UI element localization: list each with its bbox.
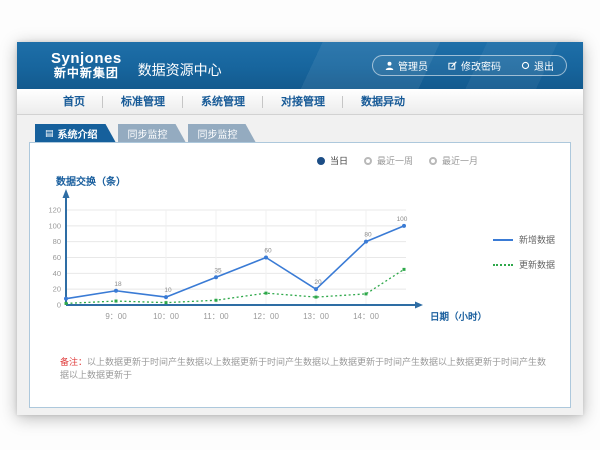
content-area: ▤系统介绍同步监控同步监控 当日最近一周最近一月 数据交换（条） 0204060… [17,115,583,415]
svg-text:60: 60 [53,253,61,262]
svg-text:20: 20 [314,279,322,286]
filter-last-week[interactable]: 最近一周 [364,154,413,167]
svg-text:9：00: 9：00 [105,312,127,321]
user-icon [385,61,394,70]
tab-bar: ▤ 系统介绍 同步监控 同步监控 [35,124,583,142]
nav-item-system-mgmt[interactable]: 系统管理 [183,89,263,115]
tab-label: 系统介绍 [58,126,98,141]
filter-last-month[interactable]: 最近一月 [429,154,478,167]
legend-line-sample [493,239,513,241]
tab-sync-monitor-2[interactable]: 同步监控 [188,124,256,142]
nav-item-home[interactable]: 首页 [45,89,103,115]
svg-text:60: 60 [264,248,272,255]
svg-text:日期（小时）: 日期（小时） [430,311,487,323]
tab-label: 同步监控 [128,126,168,141]
filter-label: 最近一周 [377,154,413,167]
svg-text:14：00: 14：00 [353,312,379,321]
app-header: Synjones 新中新集团 数据资源中心 管理员 修改密码 退出 [17,42,583,89]
svg-text:35: 35 [214,267,222,274]
svg-text:18: 18 [114,281,122,288]
change-password-button[interactable]: 修改密码 [448,58,501,73]
power-icon [521,61,530,70]
nav-item-interface-mgmt[interactable]: 对接管理 [263,89,343,115]
tab-label: 同步监控 [198,126,238,141]
radio-icon [429,157,437,165]
footnote: 备注：以上数据更新于时间产生数据以上数据更新于时间产生数据以上数据更新于时间产生… [60,356,554,381]
legend-new-data: 新增数据 [493,233,571,246]
footnote-text: 以上数据更新于时间产生数据以上数据更新于时间产生数据以上数据更新于时间产生数据以… [60,357,546,380]
svg-text:100: 100 [397,216,408,223]
logout-button[interactable]: 退出 [521,58,554,73]
nav-item-data-change[interactable]: 数据异动 [343,89,423,115]
admin-user-button[interactable]: 管理员 [385,58,428,73]
logo-text-cn: 新中新集团 [51,67,122,80]
svg-text:80: 80 [364,232,372,239]
legend-label: 更新数据 [519,258,555,271]
edit-icon [448,61,457,70]
tab-sync-monitor-1[interactable]: 同步监控 [118,124,186,142]
header-actions: 管理员 修改密码 退出 [372,55,567,76]
filter-label: 当日 [330,154,348,167]
legend-line-sample [493,264,513,266]
svg-text:120: 120 [48,206,61,215]
legend-label: 新增数据 [519,233,555,246]
nav-item-standard-mgmt[interactable]: 标准管理 [103,89,183,115]
filter-label: 最近一月 [442,154,478,167]
svg-text:80: 80 [53,237,61,246]
radio-icon [317,157,325,165]
system-intro-panel: 当日最近一周最近一月 数据交换（条） 0204060801001209：0010… [29,142,571,408]
logo-text-en: Synjones [51,51,122,67]
line-chart: 0 20 40 60 80 100 120 9：00 10：00 11：00 12：00 13：00 1… [38,185,493,337]
svg-text:13：00: 13：00 [303,312,329,321]
footnote-prefix: 备注： [60,357,87,367]
legend-updated-data: 更新数据 [493,258,571,271]
company-logo: Synjones 新中新集团 [51,51,122,79]
tab-system-intro[interactable]: ▤ 系统介绍 [35,124,116,142]
time-range-filters: 当日 最近一周 最近一月 [317,154,478,167]
svg-text:40: 40 [53,269,61,278]
svg-text:12：00: 12：00 [253,312,279,321]
svg-text:10: 10 [164,287,172,294]
svg-text:0: 0 [57,301,61,310]
svg-text:20: 20 [53,285,61,294]
svg-text:11：00: 11：00 [203,312,229,321]
document-icon: ▤ [45,129,54,138]
svg-text:100: 100 [48,221,61,230]
main-nav: 首页标准管理系统管理对接管理数据异动 [17,89,583,115]
svg-text:10：00: 10：00 [153,312,179,321]
app-window: Synjones 新中新集团 数据资源中心 管理员 修改密码 退出 首页标准管理… [17,42,583,415]
page-title: 数据资源中心 [138,60,222,80]
chart-legend: 新增数据更新数据 [493,185,571,337]
radio-icon [364,157,372,165]
chart-row: 0 20 40 60 80 100 120 9：00 10：00 11：00 12：00 13：00 1… [38,185,571,337]
filter-today[interactable]: 当日 [317,154,348,167]
